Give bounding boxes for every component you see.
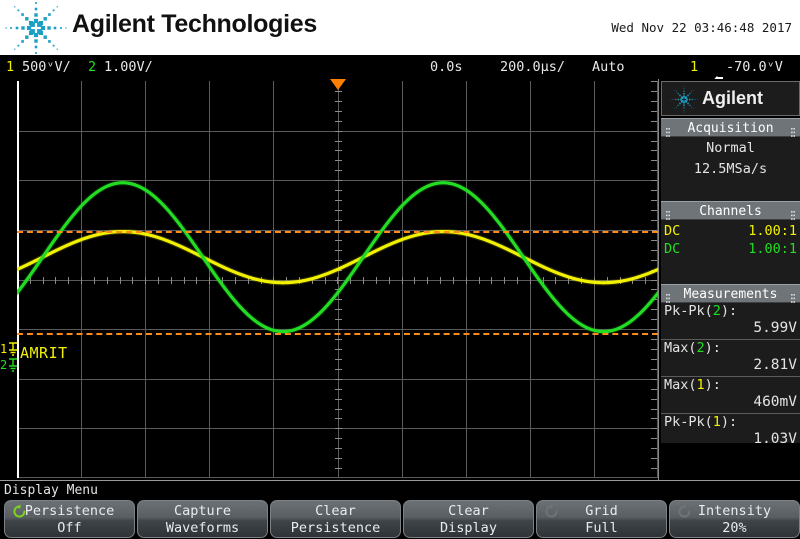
channels-header-label: Channels [699, 204, 762, 219]
acquisition-section-header[interactable]: Acquisition [661, 118, 800, 137]
softkey-line-1: Clear [448, 503, 489, 519]
measurement-value: 2.81V [753, 357, 797, 373]
status-trigger-level[interactable]: -70.0ᵛV [726, 59, 783, 75]
channel-row[interactable]: DC 1.00:1 [661, 222, 800, 240]
softkey-line-2: Waveforms [165, 520, 240, 536]
softkey-line-2: 20% [722, 520, 747, 536]
channel-coupling: DC [664, 223, 681, 239]
grip-dots-icon [666, 124, 670, 137]
softkey-line-1: Persistence [24, 503, 115, 519]
lower-cursor[interactable] [17, 332, 658, 335]
measurement-item[interactable]: Pk-Pk(2): 5.99V [661, 303, 800, 339]
softkey-line-2: Off [57, 520, 82, 536]
grip-dots-icon [666, 207, 670, 220]
info-sidebar: Agilent Acquisition Normal 12.5MSa/s Cha… [658, 79, 800, 480]
status-trigger-source[interactable]: 1 [690, 59, 698, 75]
softkey-line-2: Display [440, 520, 497, 536]
status-delay[interactable]: 0.0s [430, 59, 463, 75]
upper-cursor[interactable] [17, 230, 658, 233]
waveform-display[interactable]: 1 2 AMRIT [0, 79, 658, 480]
measurement-item[interactable]: Max(1): 460mV [661, 376, 800, 413]
measurement-channel-number: 1 [696, 377, 705, 393]
grip-dots-icon [791, 207, 795, 220]
measurement-item[interactable]: Pk-Pk(1): 1.03V [661, 413, 800, 450]
softkey-button[interactable]: Persistence Off [4, 500, 135, 538]
measurement-label: Max(2): [664, 340, 721, 356]
sidebar-logo-text: Agilent [702, 88, 763, 108]
measurement-channel-number: 2 [712, 303, 721, 319]
softkey-line-1: Clear [315, 503, 356, 519]
rising-edge-icon [662, 59, 723, 89]
softkey-line-1: Capture [174, 503, 231, 519]
status-trigger-mode[interactable]: Auto [592, 59, 625, 75]
softkey-button[interactable]: Clear Display [403, 500, 534, 538]
measurements-header-label: Measurements [683, 287, 778, 302]
channel-probe-ratio: 1.00:1 [748, 241, 797, 257]
soft-key-row: Persistence Off Capture Waveforms Clear Persi… [0, 500, 800, 538]
status-ch1-scale[interactable]: 500ᵛV/ [22, 59, 71, 75]
softkey-button[interactable]: Grid Full [536, 500, 667, 538]
channel-coupling: DC [664, 241, 681, 257]
acquisition-sample-rate: 12.5MSa/s [693, 161, 768, 177]
measurements-section-body: Pk-Pk(2): 5.99V Max(2): 2.81V Max(1): 460mV Pk… [661, 303, 800, 447]
softkey-button[interactable]: Clear Persistence [270, 500, 401, 538]
oscilloscope-screen: Agilent Technologies Wed Nov 22 03:46:48… [0, 0, 800, 539]
softkey-button[interactable]: Capture Waveforms [137, 500, 268, 538]
agilent-starburst-icon [4, 2, 68, 59]
datetime-label: Wed Nov 22 03:46:48 2017 [611, 20, 792, 35]
svg-text:1: 1 [0, 342, 7, 356]
grip-dots-icon [666, 290, 670, 303]
measurement-channel-number: 2 [696, 340, 705, 356]
status-bar: 1 500ᵛV/ 2 1.00V/ 0.0s 200.0µs/ Auto 1 -… [0, 55, 800, 89]
channels-section-header[interactable]: Channels [661, 201, 800, 220]
svg-text:2: 2 [0, 358, 7, 372]
brand-title: Agilent Technologies [72, 10, 317, 38]
channel-row[interactable]: DC 1.00:1 [661, 240, 800, 258]
grip-dots-icon [791, 290, 795, 303]
measurement-label: Pk-Pk(2): [664, 303, 738, 319]
softkey-line-2: Persistence [290, 520, 381, 536]
sidebar-logo: Agilent [661, 81, 800, 116]
acquisition-section-body: Normal 12.5MSa/s [661, 137, 800, 201]
agilent-starburst-icon [670, 86, 698, 113]
waveform-traces [17, 179, 658, 335]
ch2-ground-marker[interactable]: 2 [0, 357, 20, 377]
channels-section-body: DC 1.00:1 DC 1.00:1 [661, 220, 800, 284]
graticule [17, 81, 658, 478]
acquisition-header-label: Acquisition [687, 121, 774, 136]
status-ch2-scale[interactable]: 1.00V/ [104, 59, 153, 75]
measurement-value: 5.99V [753, 320, 797, 336]
title-bar: Agilent Technologies Wed Nov 22 03:46:48… [0, 0, 800, 59]
softkey-button[interactable]: Intensity 20% [669, 500, 800, 538]
measurement-item[interactable]: Max(2): 2.81V [661, 339, 800, 376]
measurement-value: 460mV [753, 394, 797, 410]
softkey-line-1: Grid [585, 503, 618, 519]
grip-dots-icon [791, 124, 795, 137]
status-timebase[interactable]: 200.0µs/ [500, 59, 565, 75]
measurement-label: Pk-Pk(1): [664, 414, 738, 430]
measurement-channel-number: 1 [712, 414, 721, 430]
measurement-value: 1.03V [753, 431, 797, 447]
trigger-position-icon[interactable] [329, 79, 346, 90]
status-ch1-number[interactable]: 1 [6, 59, 14, 75]
channel-probe-ratio: 1.00:1 [748, 223, 797, 239]
softkey-line-2: Full [585, 520, 618, 536]
status-ch2-number[interactable]: 2 [88, 59, 96, 75]
menu-title: Display Menu [4, 483, 98, 498]
soft-key-menu: Display Menu Persistence Off Capture Wavefo… [0, 480, 800, 539]
softkey-line-1: Intensity [697, 503, 772, 519]
screen-text-label: AMRIT [20, 344, 68, 362]
measurement-label: Max(1): [664, 377, 721, 393]
measurements-section-header[interactable]: Measurements [661, 284, 800, 303]
